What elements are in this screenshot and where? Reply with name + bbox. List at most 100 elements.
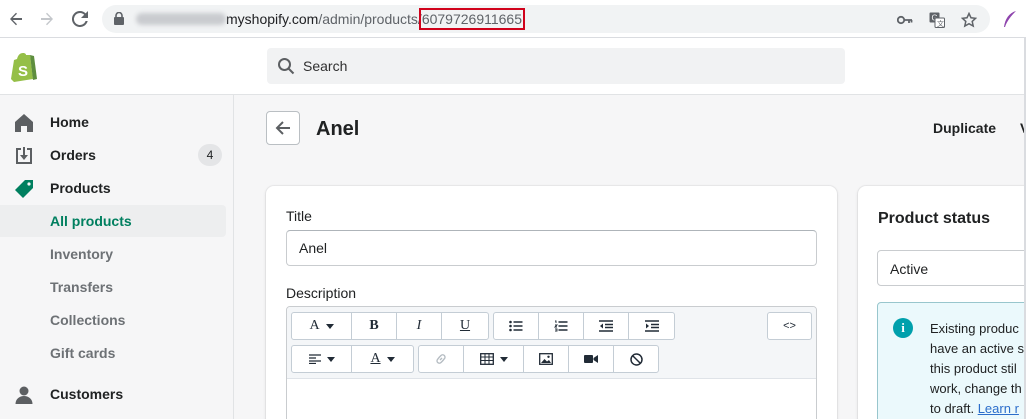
sidebar-item-label: Home [50,114,89,130]
clear-format-icon [629,352,643,366]
italic-label: I [416,318,422,333]
bullet-list-button[interactable] [494,313,539,339]
home-icon [14,113,34,133]
tag-icon [14,179,34,199]
page-title: Anel [316,118,360,140]
indent-icon [644,320,659,332]
duplicate-button[interactable]: Duplicate [933,120,996,136]
sidebar-item-customers[interactable]: Customers [0,378,226,410]
status-select[interactable]: Active [877,250,1026,286]
bold-button[interactable]: B [352,313,397,339]
learn-more-link[interactable]: Learn r [978,401,1019,416]
banner-text-line: to draft. Learn r [930,401,1019,416]
info-icon: i [893,318,913,338]
insert-video-button[interactable] [569,346,614,372]
italic-button[interactable]: I [397,313,442,339]
address-bar[interactable]: myshopify.com/admin/products/60797269116… [102,5,990,33]
url-path: /admin/products/ [318,11,422,27]
html-label: <> [783,320,796,332]
chevron-down-icon [326,356,335,362]
insert-group [418,345,659,373]
font-size-dropdown[interactable]: A [292,313,352,339]
outdent-button[interactable] [584,313,629,339]
chevron-down-icon [386,356,395,362]
browser-back-icon[interactable] [5,8,27,30]
numbered-list-icon [554,320,568,332]
translate-icon[interactable]: G文 [928,11,946,29]
numbered-list-button[interactable] [539,313,584,339]
sidebar-subitem-label: Inventory [50,246,114,262]
key-icon[interactable] [896,11,914,29]
url-text: myshopify.com/admin/products/60797269116… [136,8,526,30]
bookmark-star-icon[interactable] [960,11,978,29]
description-label: Description [286,285,357,301]
arrow-left-icon [275,121,290,135]
insert-link-button[interactable] [419,346,464,372]
banner-text-end: to draft. [930,401,975,416]
text-format-group: A B I U [291,312,489,340]
search-placeholder: Search [303,58,348,74]
svg-text:S: S [18,63,28,80]
chevron-down-icon [325,323,334,329]
show-html-button[interactable]: <> [768,313,811,339]
sidebar-item-products[interactable]: Products [0,172,226,204]
insert-table-dropdown[interactable] [464,346,524,372]
sidebar-subitem-label: All products [50,213,132,229]
svg-text:文: 文 [937,19,944,28]
align-dropdown[interactable] [292,346,352,372]
status-info-banner: i Existing produc have an active s this … [877,302,1026,419]
back-button[interactable] [266,111,300,145]
underline-button[interactable]: U [442,313,488,339]
banner-text-line: this product stil [930,361,1017,376]
sidebar-subitem-all-products[interactable]: All products [0,205,226,237]
align-color-group: A [291,345,414,373]
title-field[interactable] [286,230,817,266]
search-icon [277,57,295,78]
insert-image-button[interactable] [524,346,569,372]
sidebar: Home Orders 4 Products All products Inve… [0,95,234,419]
sidebar-item-label: Orders [50,147,96,163]
sidebar-item-label: Products [50,180,111,196]
video-camera-icon [584,355,598,363]
clear-formatting-button[interactable] [614,346,658,372]
sidebar-subitem-inventory[interactable]: Inventory [0,238,226,270]
indent-button[interactable] [629,313,674,339]
browser-forward-icon[interactable] [36,8,58,30]
editor-toolbar: A B I U <> A [287,307,816,379]
text-color-dropdown[interactable]: A [352,346,413,372]
title-label: Title [286,208,312,224]
sidebar-subitem-label: Collections [50,312,126,328]
orders-icon [14,146,34,166]
outdent-icon [599,320,613,332]
status-selected-value: Active [890,261,929,277]
sidebar-item-home[interactable]: Home [0,106,226,138]
blurred-store-name [136,13,226,25]
sidebar-subitem-label: Gift cards [50,345,116,361]
sidebar-subitem-collections[interactable]: Collections [0,304,226,336]
sidebar-subitem-label: Transfers [50,279,114,295]
image-icon [539,353,553,365]
bullet-list-icon [509,320,523,332]
lock-icon [114,11,124,30]
admin-topbar: S Search [0,38,1026,95]
align-left-icon [308,354,321,364]
url-product-id: 6079726911665 [418,8,526,30]
sidebar-item-label: Customers [50,386,124,402]
table-icon [479,353,494,365]
sidebar-subitem-transfers[interactable]: Transfers [0,271,226,303]
bold-label: B [369,318,379,333]
sidebar-subitem-gift-cards[interactable]: Gift cards [0,337,226,369]
browser-reload-icon[interactable] [69,8,91,30]
product-status-title: Product status [878,210,991,227]
sidebar-item-orders[interactable]: Orders 4 [0,139,226,171]
description-editor[interactable]: A B I U <> A [286,306,817,419]
html-group: <> [767,312,812,340]
extension-feather-icon[interactable] [1002,10,1018,33]
browser-toolbar: myshopify.com/admin/products/60797269116… [0,0,1026,38]
url-domain: myshopify.com [226,11,319,27]
chevron-down-icon [499,356,508,362]
search-bar[interactable]: Search [267,48,845,84]
title-input[interactable] [299,240,799,256]
shopify-logo-icon[interactable]: S [10,52,38,87]
orders-count-badge: 4 [198,144,222,166]
